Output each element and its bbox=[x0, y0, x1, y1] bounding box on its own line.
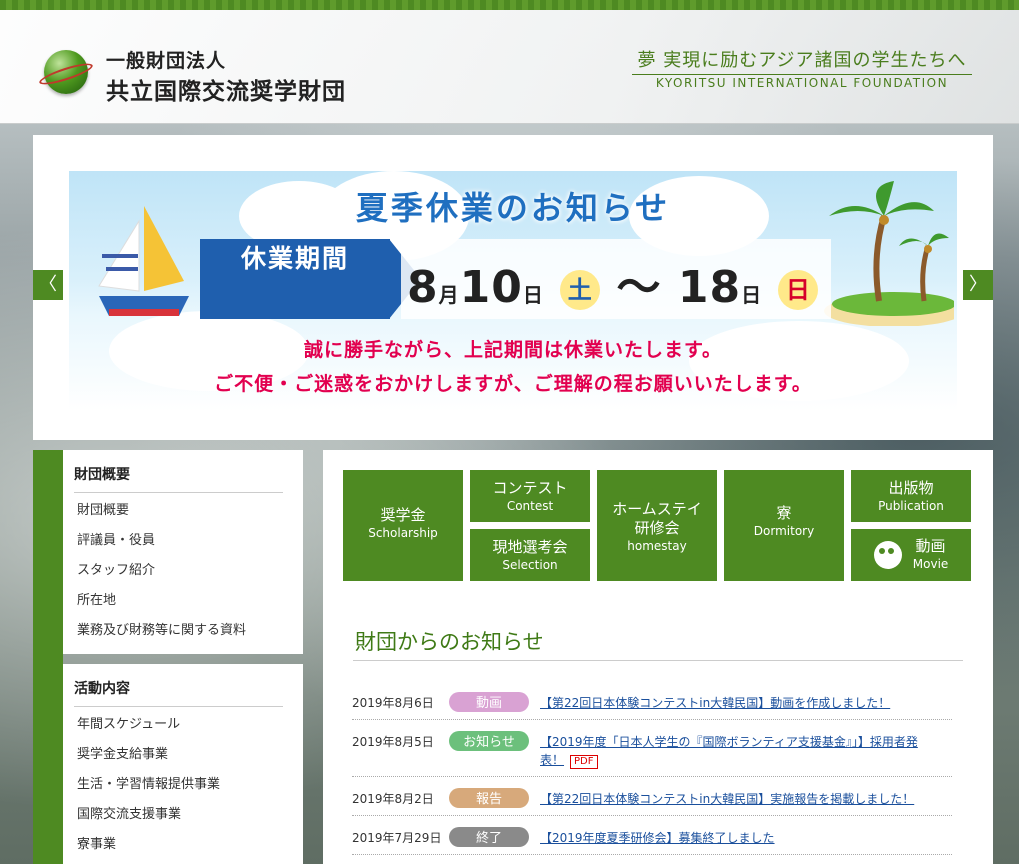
news-link[interactable]: 【第22回日本体験コンテストin大韓民国】動画を作成しました！ bbox=[540, 694, 940, 712]
weekday-sat-badge: 土 bbox=[560, 270, 601, 310]
tile-label: 奨学金 bbox=[380, 506, 426, 524]
pdf-tag[interactable]: PDF bbox=[570, 755, 598, 769]
month-unit: 月 bbox=[438, 283, 460, 307]
sidebar-section-about: 財団概要 財団概要 評議員・役員 スタッフ紹介 所在地 業務及び財務等に関する資… bbox=[63, 450, 303, 654]
sidebar-item-officers[interactable]: 評議員・役員 bbox=[74, 529, 283, 559]
tile-label-en: Scholarship bbox=[368, 526, 438, 540]
day-unit: 日 bbox=[522, 283, 544, 307]
tile-label-en: homestay bbox=[627, 539, 687, 553]
sidebar-item-location[interactable]: 所在地 bbox=[74, 589, 283, 619]
news-item: 2019年8月2日 報告 【第22回日本体験コンテストin大韓民国】実施報告を掲… bbox=[352, 788, 952, 816]
slide-next-button[interactable]: 〉 bbox=[963, 270, 993, 300]
news-badge-closed: 終了 bbox=[449, 827, 529, 847]
tile-publication[interactable]: 出版物 Publication bbox=[851, 470, 971, 522]
news-date: 2019年8月6日 bbox=[352, 696, 434, 710]
tile-label-en: Contest bbox=[506, 499, 554, 513]
tile-label: コンテスト bbox=[492, 479, 568, 497]
tile-dormitory[interactable]: 寮 Dormitory bbox=[724, 470, 844, 581]
news-badge-video: 動画 bbox=[449, 692, 529, 712]
tile-label: 動画 bbox=[915, 537, 946, 555]
org-subtitle: 一般財団法人 bbox=[106, 50, 227, 72]
banner-message-1: 誠に勝手ながら、上記期間は休業いたします。 bbox=[303, 339, 723, 361]
sidebar-item-life-info[interactable]: 生活・学習情報提供事業 bbox=[74, 773, 283, 803]
tile-movie[interactable]: 動画 Movie bbox=[851, 529, 971, 581]
tile-label: 現地選考会 bbox=[492, 538, 568, 556]
day-unit: 日 bbox=[741, 283, 763, 307]
site-header: 一般財団法人 共立国際交流奨学財団 夢 実現に励むアジア諸国の学生たちへ KYO… bbox=[0, 10, 1019, 124]
sidebar-item-scholarship[interactable]: 奨学金支給事業 bbox=[74, 743, 283, 773]
news-badge-notice: お知らせ bbox=[449, 731, 529, 751]
tile-label: 出版物 bbox=[888, 479, 934, 497]
news-badge-report: 報告 bbox=[449, 788, 529, 808]
news-item: 2019年8月5日 お知らせ 【2019年度「日本人学生の『国際ボランティア支援… bbox=[352, 731, 952, 777]
news-link-wrap: 【2019年度「日本人学生の『国際ボランティア支援基金』」】採用者発表！ PDF bbox=[540, 733, 940, 769]
sidebar-heading: 財団概要 bbox=[74, 464, 283, 493]
sidebar-stripe bbox=[33, 450, 63, 864]
news-item: 2019年8月6日 動画 【第22回日本体験コンテストin大韓民国】動画を作成し… bbox=[352, 692, 952, 720]
tile-scholarship[interactable]: 奨学金 Scholarship bbox=[343, 470, 463, 581]
tile-label-2: 研修会 bbox=[634, 519, 680, 537]
sidebar-section-activities: 活動内容 年間スケジュール 奨学金支給事業 生活・学習情報提供事業 国際交流支援… bbox=[63, 664, 303, 864]
sidebar-item-schedule[interactable]: 年間スケジュール bbox=[74, 713, 283, 743]
top-stripe bbox=[0, 0, 1019, 10]
news-date: 2019年8月5日 bbox=[352, 735, 434, 749]
tile-label-en: Publication bbox=[878, 499, 944, 513]
banner-title: 夏季休業のお知らせ bbox=[355, 189, 671, 227]
tile-contest[interactable]: コンテスト Contest bbox=[470, 470, 590, 522]
tile-label-en: Dormitory bbox=[753, 524, 815, 538]
news-link[interactable]: 【2019年度夏季研修会】募集終了しました bbox=[540, 829, 940, 847]
news-divider bbox=[353, 660, 963, 661]
start-month: 8 bbox=[407, 262, 439, 313]
tagline: 夢 実現に励むアジア諸国の学生たちへ bbox=[632, 46, 972, 75]
weekday-sun-badge: 日 bbox=[778, 270, 819, 310]
org-name: 共立国際交流奨学財団 bbox=[106, 79, 346, 105]
end-day: 18 bbox=[677, 262, 742, 313]
news-item: 2019年7月29日 終了 【2019年度夏季研修会】募集終了しました bbox=[352, 827, 952, 855]
news-date: 2019年8月2日 bbox=[352, 792, 434, 806]
tile-label: 寮 bbox=[776, 504, 792, 522]
tile-label: ホームステイ bbox=[612, 500, 702, 518]
tile-selection[interactable]: 現地選考会 Selection bbox=[470, 529, 590, 581]
sidebar-item-dormitory[interactable]: 寮事業 bbox=[74, 833, 283, 863]
video-camera-icon bbox=[873, 540, 902, 569]
news-link[interactable]: 【第22回日本体験コンテストin大韓民国】実施報告を掲載しました！ bbox=[540, 790, 940, 808]
news-date: 2019年7月29日 bbox=[352, 831, 442, 845]
news-heading: 財団からのお知らせ bbox=[355, 630, 544, 654]
sidebar-item-finance[interactable]: 業務及び財務等に関する資料 bbox=[74, 619, 283, 649]
date-separator: 〜 bbox=[616, 262, 662, 313]
tagline-english: KYORITSU INTERNATIONAL FOUNDATION bbox=[655, 76, 949, 90]
banner-message-2: ご不便・ご迷惑をおかけしますが、ご理解の程お願いいたします。 bbox=[214, 373, 812, 395]
sidebar-heading: 活動内容 bbox=[74, 678, 283, 707]
sidebar-item-about[interactable]: 財団概要 bbox=[74, 499, 283, 529]
tile-homestay[interactable]: ホームステイ 研修会 homestay bbox=[597, 470, 717, 581]
site-logo[interactable]: 一般財団法人 共立国際交流奨学財団 bbox=[0, 10, 400, 124]
slide-prev-button[interactable]: 〈 bbox=[33, 270, 63, 300]
sidebar-item-exchange[interactable]: 国際交流支援事業 bbox=[74, 803, 283, 833]
sidebar-item-staff[interactable]: スタッフ紹介 bbox=[74, 559, 283, 589]
period-dates: 8月10日 土 〜 18日 日 bbox=[407, 251, 819, 315]
period-label: 休業期間 bbox=[240, 244, 349, 273]
tile-label-en: Movie bbox=[912, 557, 949, 571]
notice-banner[interactable]: 夏季休業のお知らせ 休業期間 8月10日 土 〜 18日 日 誠に勝手ながら、上… bbox=[69, 171, 957, 411]
tile-label-en: Selection bbox=[502, 558, 558, 572]
start-day: 10 bbox=[459, 262, 523, 313]
